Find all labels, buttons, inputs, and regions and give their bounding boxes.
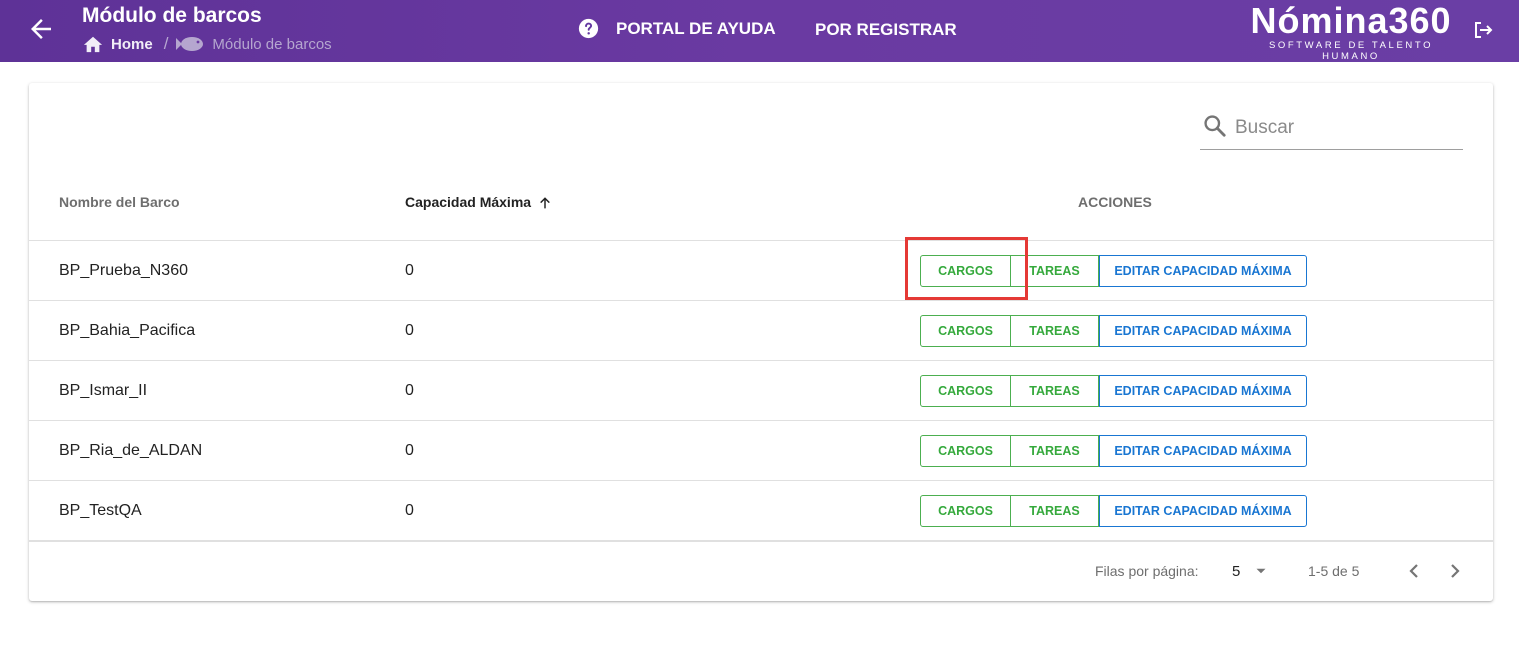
table-row: BP_Ria_de_ALDAN 0 CARGOS TAREAS EDITAR C… — [29, 421, 1493, 481]
help-circle-icon — [578, 18, 599, 39]
edit-capacity-button[interactable]: EDITAR CAPACIDAD MÁXIMA — [1099, 255, 1307, 287]
row-actions: CARGOS TAREAS EDITAR CAPACIDAD MÁXIMA — [920, 435, 1307, 467]
logout-icon[interactable] — [1471, 18, 1495, 42]
boat-name-cell: BP_Bahia_Pacifica — [59, 322, 196, 339]
breadcrumb-home[interactable]: Home — [82, 34, 153, 54]
search-icon — [1204, 115, 1226, 137]
boats-table-card: Nombre del Barco Capacidad Máxima ACCION… — [29, 83, 1493, 601]
breadcrumb-current: Módulo de barcos — [176, 35, 332, 53]
pagination-range: 1-5 de 5 — [1308, 563, 1360, 579]
tareas-button[interactable]: TAREAS — [1011, 435, 1099, 467]
help-portal-label: PORTAL DE AYUDA — [616, 18, 776, 38]
breadcrumb-separator: / — [163, 34, 169, 53]
chevron-left-icon[interactable] — [1402, 559, 1426, 583]
table-row: BP_TestQA 0 CARGOS TAREAS EDITAR CAPACID… — [29, 481, 1493, 541]
dropdown-caret-icon — [1256, 568, 1266, 574]
capacity-cell: 0 — [405, 442, 414, 459]
fish-icon — [176, 37, 204, 51]
por-registrar-link[interactable]: POR REGISTRAR — [815, 20, 957, 40]
cargos-button[interactable]: CARGOS — [920, 435, 1011, 467]
top-app-bar: Módulo de barcos Home / Módulo de barcos… — [0, 0, 1519, 62]
logo-tagline: SOFTWARE DE TALENTO HUMANO — [1268, 40, 1434, 62]
column-header-capacity-label: Capacidad Máxima — [405, 194, 532, 210]
tareas-button[interactable]: TAREAS — [1011, 495, 1099, 527]
capacity-cell: 0 — [405, 322, 414, 339]
table-row: BP_Ismar_II 0 CARGOS TAREAS EDITAR CAPAC… — [29, 361, 1493, 421]
search-input[interactable] — [1235, 110, 1460, 146]
boat-name-cell: BP_Ria_de_ALDAN — [59, 442, 203, 459]
boat-name-cell: BP_Ismar_II — [59, 382, 148, 399]
column-header-capacity[interactable]: Capacidad Máxima — [405, 180, 553, 225]
row-actions: CARGOS TAREAS EDITAR CAPACIDAD MÁXIMA — [920, 255, 1307, 287]
search-field[interactable] — [1200, 110, 1463, 150]
tareas-button[interactable]: TAREAS — [1011, 315, 1099, 347]
column-header-name[interactable]: Nombre del Barco — [59, 180, 180, 225]
rows-per-page-label: Filas por página: — [1095, 563, 1199, 579]
edit-capacity-button[interactable]: EDITAR CAPACIDAD MÁXIMA — [1099, 375, 1307, 407]
table-row: BP_Prueba_N360 0 CARGOS TAREAS EDITAR CA… — [29, 241, 1493, 301]
cargos-button[interactable]: CARGOS — [920, 495, 1011, 527]
rows-per-page-select[interactable]: 5 — [1232, 542, 1270, 600]
table-row: BP_Bahia_Pacifica 0 CARGOS TAREAS EDITAR… — [29, 301, 1493, 361]
row-actions: CARGOS TAREAS EDITAR CAPACIDAD MÁXIMA — [920, 495, 1307, 527]
help-portal-link[interactable]: PORTAL DE AYUDA — [578, 18, 776, 39]
rows-per-page-value: 5 — [1232, 562, 1241, 580]
cargos-button[interactable]: CARGOS — [920, 315, 1011, 347]
capacity-cell: 0 — [405, 382, 414, 399]
table-header: Nombre del Barco Capacidad Máxima ACCION… — [29, 180, 1493, 241]
arrow-left-icon[interactable] — [26, 14, 56, 44]
table-pagination: Filas por página: 5 1-5 de 5 — [29, 541, 1493, 601]
edit-capacity-button[interactable]: EDITAR CAPACIDAD MÁXIMA — [1099, 315, 1307, 347]
breadcrumb-home-label: Home — [111, 35, 153, 53]
logo-name: Nómina360 — [1250, 0, 1452, 41]
chevron-right-icon[interactable] — [1443, 559, 1467, 583]
home-icon — [83, 36, 103, 53]
edit-capacity-button[interactable]: EDITAR CAPACIDAD MÁXIMA — [1099, 435, 1307, 467]
tareas-button[interactable]: TAREAS — [1011, 255, 1099, 287]
breadcrumb-current-label: Módulo de barcos — [212, 35, 332, 53]
sort-arrow-up-icon — [540, 196, 550, 208]
boat-name-cell: BP_Prueba_N360 — [59, 262, 188, 279]
tareas-button[interactable]: TAREAS — [1011, 375, 1099, 407]
capacity-cell: 0 — [405, 262, 414, 279]
cargos-button[interactable]: CARGOS — [920, 255, 1011, 287]
breadcrumb: Home / Módulo de barcos — [82, 34, 332, 54]
row-actions: CARGOS TAREAS EDITAR CAPACIDAD MÁXIMA — [920, 375, 1307, 407]
column-header-actions: ACCIONES — [1078, 194, 1152, 210]
edit-capacity-button[interactable]: EDITAR CAPACIDAD MÁXIMA — [1099, 495, 1307, 527]
brand-logo: Nómina360 SOFTWARE DE TALENTO HUMANO — [1238, 0, 1464, 63]
row-actions: CARGOS TAREAS EDITAR CAPACIDAD MÁXIMA — [920, 315, 1307, 347]
cargos-button[interactable]: CARGOS — [920, 375, 1011, 407]
capacity-cell: 0 — [405, 502, 414, 519]
boat-name-cell: BP_TestQA — [59, 502, 142, 519]
page-title: Módulo de barcos — [82, 4, 262, 27]
